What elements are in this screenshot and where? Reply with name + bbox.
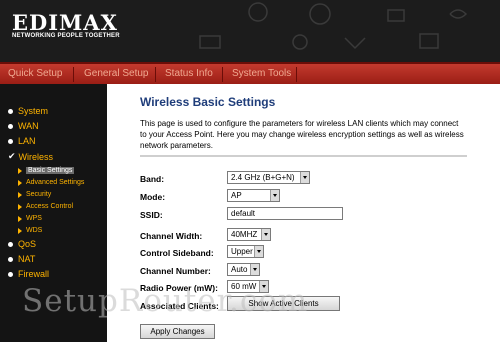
sidebar-item-label: System	[18, 106, 49, 116]
divider	[140, 155, 467, 157]
ssid-label: SSID:	[140, 210, 163, 220]
sidebar-item-nat[interactable]: NAT	[8, 254, 35, 264]
sidebar-item-lan[interactable]: LAN	[8, 136, 36, 146]
channel-number-select[interactable]: Auto	[227, 263, 260, 276]
bullet-icon	[8, 123, 13, 129]
mode-value: AP	[231, 191, 242, 200]
menu-separator	[296, 67, 297, 82]
page-title: Wireless Basic Settings	[140, 95, 276, 109]
channel-number-label: Channel Number:	[140, 266, 211, 276]
menu-separator	[155, 67, 156, 82]
sidebar-subitem-label: Basic Settings	[26, 167, 75, 174]
sidebar-nav: System WAN LAN ✔ Wireless Basic Settings…	[0, 84, 107, 342]
edimax-logo: EDIMAX	[12, 10, 118, 35]
sidebar-item-qos[interactable]: QoS	[8, 239, 36, 249]
triangle-bullet-icon	[18, 191, 22, 198]
chevron-down-icon	[300, 172, 309, 183]
triangle-bullet-icon	[18, 203, 22, 210]
triangle-bullet-icon	[18, 215, 22, 222]
channel-width-value: 40MHZ	[231, 230, 258, 239]
sidebar-subitem-security[interactable]: Security	[18, 191, 51, 198]
top-menu-bar: Quick Setup General Setup Status Info Sy…	[0, 62, 500, 84]
radio-power-select[interactable]: 60 mW	[227, 280, 269, 293]
menu-general-setup[interactable]: General Setup	[84, 68, 149, 79]
checkmark-icon: ✔	[8, 151, 16, 161]
show-active-clients-button[interactable]: Show Active Clients	[227, 296, 340, 311]
sidebar-item-label: Firewall	[18, 269, 50, 279]
sidebar-subitem-label: Access Control	[26, 203, 74, 210]
sidebar-subitem-label: WPS	[26, 215, 42, 222]
sidebar-subitem-access-control[interactable]: Access Control	[18, 203, 73, 210]
channel-width-label: Channel Width:	[140, 231, 203, 241]
control-sideband-value: Upper	[231, 247, 253, 256]
sidebar-item-label: WAN	[18, 121, 39, 131]
sidebar-item-label: Wireless	[18, 151, 54, 162]
chevron-down-icon	[270, 190, 279, 201]
sidebar-subitem-wps[interactable]: WPS	[18, 215, 42, 222]
sidebar-item-wan[interactable]: WAN	[8, 121, 39, 131]
chevron-down-icon	[259, 281, 268, 292]
control-sideband-label: Control Sideband:	[140, 248, 214, 258]
apply-changes-button[interactable]: Apply Changes	[140, 324, 215, 339]
sidebar-item-label: LAN	[18, 136, 36, 146]
sidebar-subitem-basic-settings[interactable]: Basic Settings	[18, 167, 75, 174]
sidebar-item-firewall[interactable]: Firewall	[8, 269, 49, 279]
radio-power-value: 60 mW	[231, 282, 257, 291]
channel-width-select[interactable]: 40MHZ	[227, 228, 271, 241]
triangle-bullet-icon	[18, 167, 22, 174]
menu-separator	[222, 67, 223, 82]
ssid-input[interactable]: default	[227, 207, 343, 220]
sidebar-subitem-label: WDS	[26, 227, 43, 234]
radio-power-label: Radio Power (mW):	[140, 283, 218, 293]
sidebar-subitem-advanced-settings[interactable]: Advanced Settings	[18, 179, 84, 186]
logo-tagline: NETWORKING PEOPLE TOGETHER	[12, 33, 120, 39]
sidebar-item-label: QoS	[18, 239, 37, 249]
bullet-icon	[8, 271, 13, 277]
channel-number-value: Auto	[231, 265, 248, 274]
band-select[interactable]: 2.4 GHz (B+G+N)	[227, 171, 310, 184]
band-label: Band:	[140, 174, 165, 184]
page-description: This page is used to configure the param…	[140, 119, 464, 150]
menu-separator	[73, 67, 74, 82]
menu-status-info[interactable]: Status Info	[165, 68, 213, 79]
chevron-down-icon	[250, 264, 259, 275]
band-value: 2.4 GHz (B+G+N)	[231, 173, 295, 182]
sidebar-subitem-label: Advanced Settings	[26, 179, 85, 186]
mode-label: Mode:	[140, 192, 166, 202]
sidebar-subitem-label: Security	[26, 191, 52, 198]
bullet-icon	[8, 256, 13, 262]
sidebar-item-system[interactable]: System	[8, 106, 48, 116]
triangle-bullet-icon	[18, 179, 22, 186]
bullet-icon	[8, 241, 13, 247]
bullet-icon	[8, 108, 13, 114]
chevron-down-icon	[261, 229, 270, 240]
chevron-down-icon	[254, 246, 263, 257]
sidebar-item-label: NAT	[18, 254, 36, 264]
main-content: Wireless Basic Settings This page is use…	[107, 84, 500, 342]
menu-system-tools[interactable]: System Tools	[232, 68, 291, 79]
menu-quick-setup[interactable]: Quick Setup	[8, 68, 62, 79]
sidebar-item-wireless[interactable]: ✔ Wireless	[8, 151, 53, 162]
header-banner: EDIMAX NETWORKING PEOPLE TOGETHER	[0, 0, 500, 62]
associated-clients-label: Associated Clients:	[140, 301, 219, 311]
mode-select[interactable]: AP	[227, 189, 280, 202]
bullet-icon	[8, 138, 13, 144]
control-sideband-select[interactable]: Upper	[227, 245, 264, 258]
triangle-bullet-icon	[18, 227, 22, 234]
sidebar-subitem-wds[interactable]: WDS	[18, 227, 42, 234]
